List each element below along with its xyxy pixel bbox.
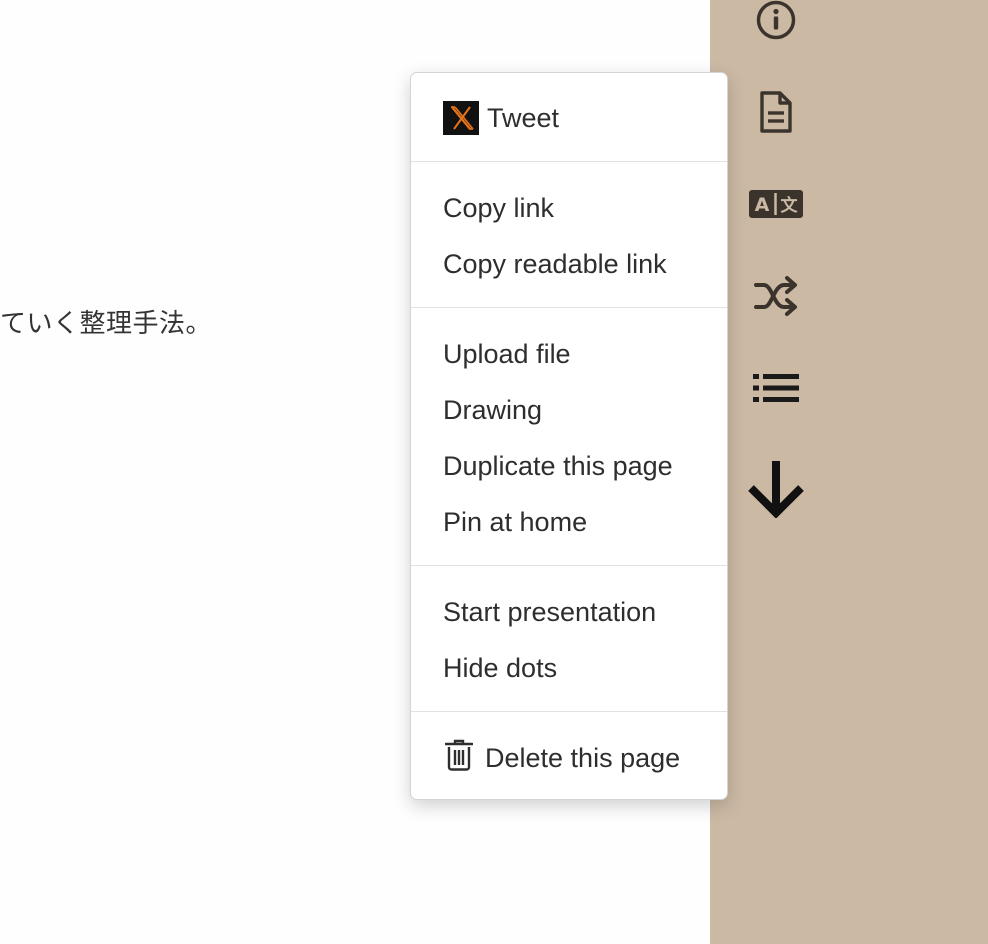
translate-icon[interactable]: A 文 xyxy=(736,174,816,234)
list-icon[interactable] xyxy=(736,358,816,418)
tweet-menu-item[interactable]: Tweet xyxy=(411,92,727,144)
delete-page-menu-item[interactable]: Delete this page xyxy=(411,732,727,784)
menu-divider xyxy=(411,711,727,712)
arrow-down-icon[interactable] xyxy=(736,458,816,518)
shuffle-icon[interactable] xyxy=(736,266,816,326)
info-icon[interactable] xyxy=(736,0,816,50)
duplicate-page-menu-item[interactable]: Duplicate this page xyxy=(411,440,727,492)
start-presentation-menu-item[interactable]: Start presentation xyxy=(411,586,727,638)
upload-file-menu-item[interactable]: Upload file xyxy=(411,328,727,380)
svg-text:文: 文 xyxy=(781,195,799,216)
page-menu-popup: Tweet Copy link Copy readable link Uploa… xyxy=(410,72,728,800)
trash-icon xyxy=(444,739,474,778)
menu-divider xyxy=(411,307,727,308)
tweet-label: Tweet xyxy=(487,102,560,133)
page-body-text: ていく整理手法。 xyxy=(0,309,213,339)
x-logo-icon xyxy=(443,101,479,135)
pin-at-home-menu-item[interactable]: Pin at home xyxy=(411,496,727,548)
hide-dots-menu-item[interactable]: Hide dots xyxy=(411,642,727,694)
menu-divider xyxy=(411,565,727,566)
copy-readable-link-menu-item[interactable]: Copy readable link xyxy=(411,238,727,290)
document-icon[interactable] xyxy=(736,82,816,142)
copy-link-menu-item[interactable]: Copy link xyxy=(411,182,727,234)
menu-divider xyxy=(411,161,727,162)
delete-page-label: Delete this page xyxy=(485,742,681,773)
svg-text:A: A xyxy=(755,194,770,216)
drawing-menu-item[interactable]: Drawing xyxy=(411,384,727,436)
